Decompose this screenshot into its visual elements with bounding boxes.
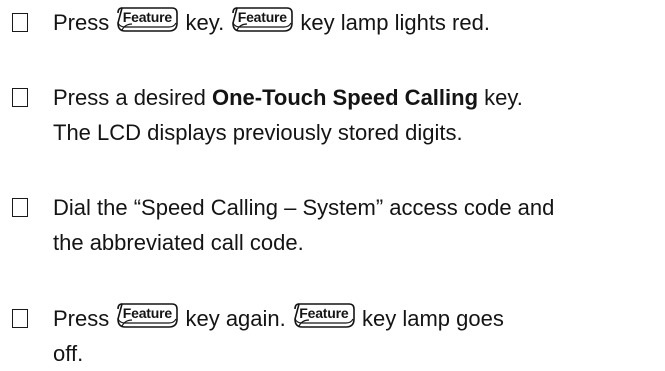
step-text: Press Feature key. Feature key lamp ligh…	[53, 5, 655, 40]
text-segment: key.	[478, 85, 523, 110]
key-label: Feature	[122, 9, 172, 25]
text-line: Press Feature key again. Feature key lam…	[53, 301, 655, 336]
text-segment: Press	[53, 10, 116, 35]
text-segment: Press a desired	[53, 85, 212, 110]
step-checkbox[interactable]	[12, 309, 28, 328]
step-checkbox[interactable]	[12, 88, 28, 107]
text-line: The LCD displays previously stored digit…	[53, 115, 655, 150]
step-text: Press a desired One-Touch Speed Calling …	[53, 80, 655, 150]
step-checkbox[interactable]	[12, 198, 28, 217]
text-segment: key lamp lights red.	[294, 10, 490, 35]
text-line: Dial the “Speed Calling – System” access…	[53, 190, 655, 225]
text-segment: key lamp goes	[355, 306, 504, 331]
text-line: the abbreviated call code.	[53, 225, 655, 260]
key-label: Feature	[299, 305, 349, 321]
feature-key-icon: Feature	[293, 303, 355, 329]
bold-key-name: One-Touch Speed Calling	[211, 85, 479, 110]
feature-key-icon: Feature	[231, 7, 294, 33]
text-segment: Dial the “Speed Calling – System” access…	[53, 195, 555, 220]
feature-key-icon: Feature	[116, 303, 179, 329]
text-segment: Press	[53, 306, 116, 331]
key-label: Feature	[122, 305, 172, 321]
text-segment: key.	[179, 10, 231, 35]
step-text: Press Feature key again. Feature key lam…	[53, 301, 655, 371]
text-segment: The LCD displays previously stored digit…	[53, 120, 463, 145]
step-checkbox[interactable]	[12, 13, 28, 32]
key-label: Feature	[237, 9, 287, 25]
text-segment: the abbreviated call code.	[53, 230, 304, 255]
text-line: Press a desired One-Touch Speed Calling …	[53, 80, 655, 115]
text-segment: off.	[53, 341, 84, 366]
step-text: Dial the “Speed Calling – System” access…	[53, 190, 655, 260]
feature-key-icon: Feature	[116, 7, 179, 33]
text-line: off.	[53, 336, 655, 371]
text-segment: key again.	[179, 306, 292, 331]
